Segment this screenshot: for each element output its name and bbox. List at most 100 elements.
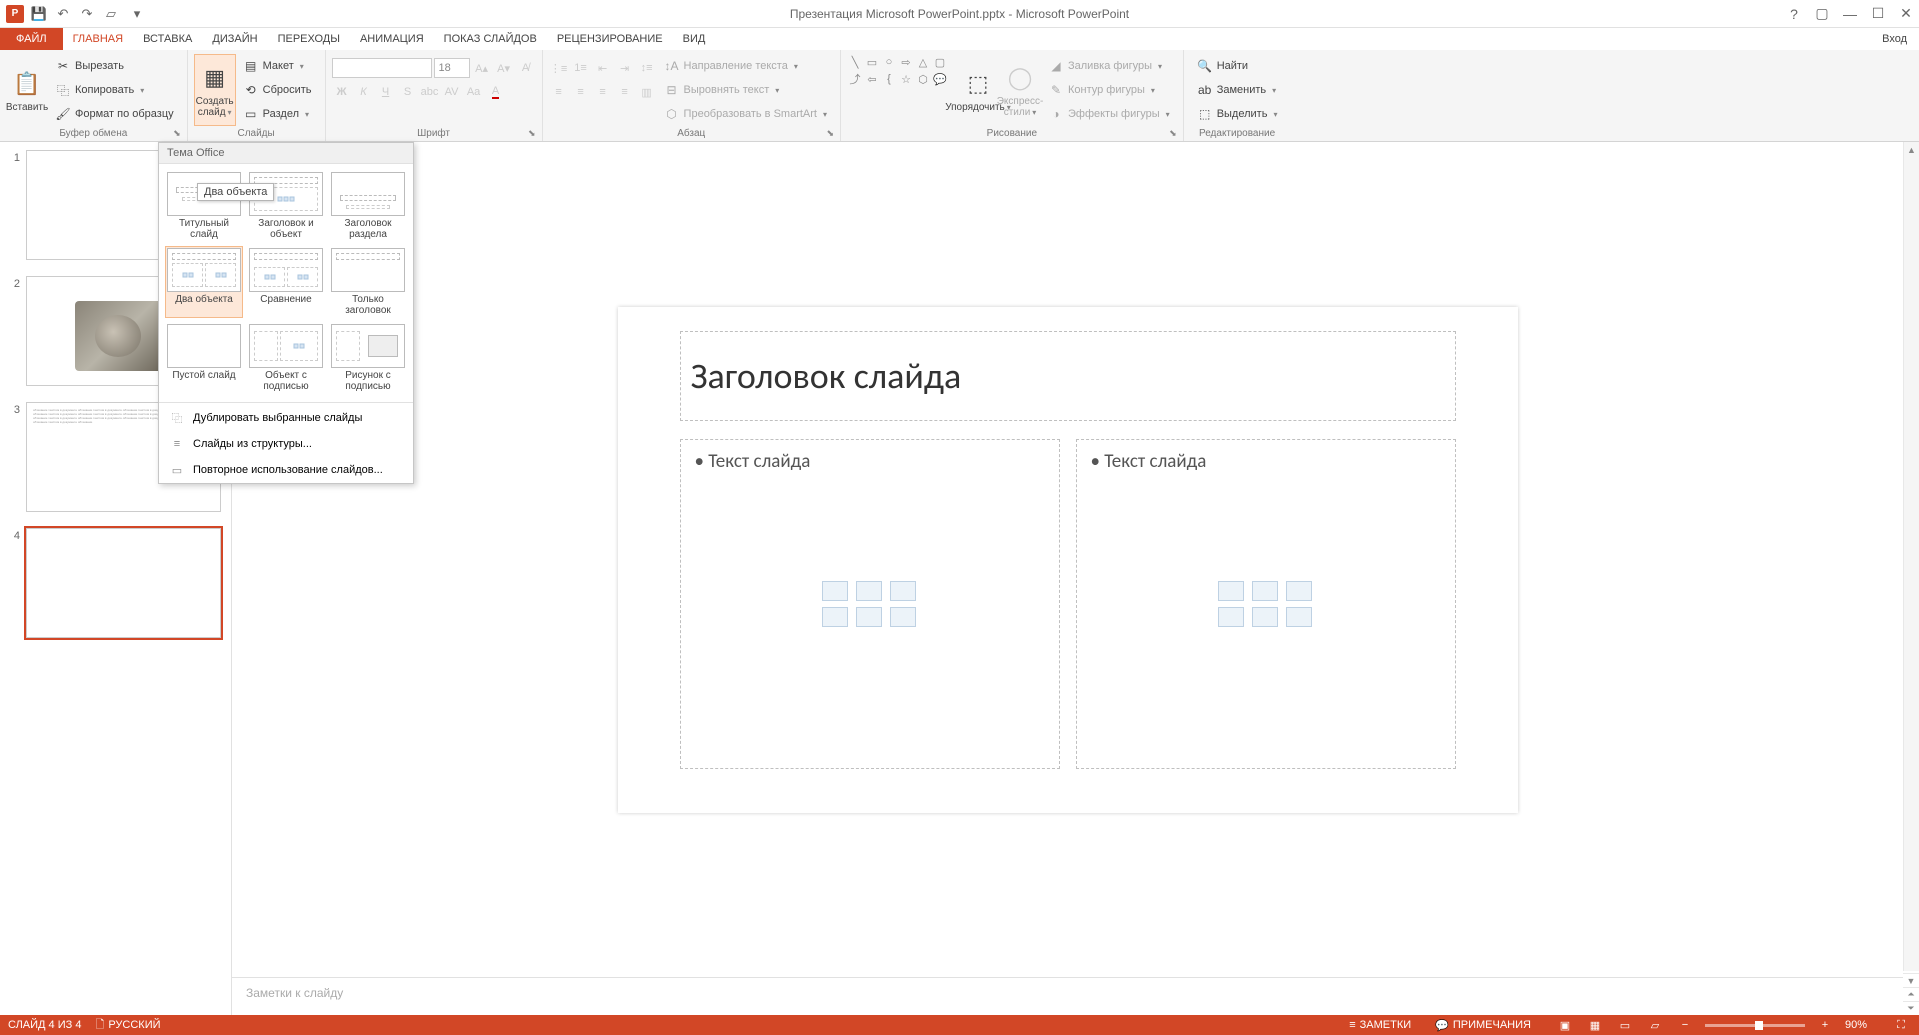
replace-button[interactable]: abЗаменить▾ (1194, 81, 1281, 99)
slide-editor[interactable]: Заголовок слайда • Текст слайда (232, 142, 1903, 977)
zoom-out-icon[interactable]: − (1675, 1017, 1695, 1033)
insert-chart-icon[interactable] (1252, 581, 1278, 601)
zoom-slider[interactable] (1705, 1024, 1805, 1027)
increase-font-icon[interactable]: A▴ (472, 58, 492, 78)
tab-file[interactable]: ФАЙЛ (0, 28, 63, 50)
tab-home[interactable]: ГЛАВНАЯ (63, 28, 133, 50)
shape-connector-icon[interactable]: ⤴ (847, 71, 863, 87)
layout-picture-caption[interactable]: Рисунок с подписью (329, 322, 407, 394)
normal-view-icon[interactable]: ▣ (1555, 1017, 1575, 1033)
font-family-combo[interactable] (332, 58, 432, 78)
thumbnail-4[interactable]: 4 (10, 528, 221, 638)
increase-indent-icon[interactable]: ⇥ (615, 58, 635, 78)
tab-slideshow[interactable]: ПОКАЗ СЛАЙДОВ (434, 28, 547, 50)
right-content-placeholder[interactable]: • Текст слайда (1076, 439, 1456, 769)
tab-insert[interactable]: ВСТАВКА (133, 28, 202, 50)
align-center-icon[interactable]: ≡ (571, 82, 591, 102)
font-size-combo[interactable]: 18 (434, 58, 470, 78)
text-direction-button[interactable]: ↕AНаправление текста▾ (661, 57, 830, 75)
smartart-button[interactable]: ⬡Преобразовать в SmartArt▾ (661, 105, 830, 123)
paragraph-launcher-icon[interactable]: ⬊ (826, 128, 834, 139)
insert-smartart-icon[interactable] (1286, 581, 1312, 601)
layout-title-slide[interactable]: Титульный слайд (165, 170, 243, 242)
fit-to-window-icon[interactable]: ⛶ (1891, 1017, 1911, 1033)
font-launcher-icon[interactable]: ⬊ (528, 128, 536, 139)
shadow-icon[interactable]: abc (420, 82, 440, 102)
layout-comparison[interactable]: Сравнение (247, 246, 325, 318)
strikethrough-icon[interactable]: S (398, 82, 418, 102)
insert-picture-icon[interactable] (822, 607, 848, 627)
slides-from-outline-item[interactable]: ≡Слайды из структуры... (159, 431, 413, 457)
cut-button[interactable]: ✂Вырезать (52, 57, 177, 75)
account-sign-in[interactable]: Вход (1870, 28, 1919, 50)
tab-review[interactable]: РЕЦЕНЗИРОВАНИЕ (547, 28, 673, 50)
qat-save-icon[interactable]: 💾 (28, 3, 50, 25)
layout-button[interactable]: ▤Макет▾ (240, 57, 315, 75)
underline-icon[interactable]: Ч (376, 82, 396, 102)
next-slide-icon[interactable]: ⏷ (1903, 1001, 1919, 1015)
shape-arrow-icon[interactable]: ⇨ (898, 54, 914, 70)
insert-table-icon[interactable] (1218, 581, 1244, 601)
line-spacing-icon[interactable]: ↕≡ (637, 58, 657, 78)
bold-icon[interactable]: Ж (332, 82, 352, 102)
zoom-in-icon[interactable]: + (1815, 1017, 1835, 1033)
change-case-icon[interactable]: Aa (464, 82, 484, 102)
insert-table-icon[interactable] (822, 581, 848, 601)
layout-content-caption[interactable]: Объект с подписью (247, 322, 325, 394)
format-painter-button[interactable]: 🖌Формат по образцу (52, 105, 177, 123)
reuse-slides-item[interactable]: ▭Повторное использование слайдов... (159, 457, 413, 483)
insert-video-icon[interactable] (1286, 607, 1312, 627)
tab-view[interactable]: ВИД (673, 28, 716, 50)
clipboard-launcher-icon[interactable]: ⬊ (173, 128, 181, 139)
zoom-level[interactable]: 90% (1845, 1019, 1867, 1031)
slideshow-view-icon[interactable]: ▱ (1645, 1017, 1665, 1033)
decrease-font-icon[interactable]: A▾ (494, 58, 514, 78)
italic-icon[interactable]: К (354, 82, 374, 102)
tab-design[interactable]: ДИЗАЙН (202, 28, 267, 50)
section-button[interactable]: ▭Раздел▾ (240, 105, 315, 123)
insert-online-picture-icon[interactable] (1252, 607, 1278, 627)
shape-callout-icon[interactable]: 💬 (932, 71, 948, 87)
reading-view-icon[interactable]: ▭ (1615, 1017, 1635, 1033)
arrange-button[interactable]: ⬚ Упорядочить▾ (957, 54, 999, 126)
layout-section-header[interactable]: Заголовок раздела (329, 170, 407, 242)
shape-line-icon[interactable]: ╲ (847, 54, 863, 70)
find-button[interactable]: 🔍Найти (1194, 57, 1281, 75)
qat-redo-icon[interactable]: ↷ (76, 3, 98, 25)
new-slide-button[interactable]: ▦ Создать слайд▾ (194, 54, 236, 126)
columns-icon[interactable]: ▥ (637, 82, 657, 102)
spacing-icon[interactable]: AV (442, 82, 462, 102)
paste-button[interactable]: 📋 Вставить (6, 54, 48, 126)
shape-rect-icon[interactable]: ▭ (864, 54, 880, 70)
shape-triangle-icon[interactable]: △ (915, 54, 931, 70)
left-content-placeholder[interactable]: • Текст слайда (680, 439, 1060, 769)
layout-title-only[interactable]: Только заголовок (329, 246, 407, 318)
select-button[interactable]: ⬚Выделить▾ (1194, 105, 1281, 123)
title-placeholder[interactable]: Заголовок слайда (680, 331, 1456, 421)
shapes-gallery[interactable]: ╲ ▭ ○ ⇨ △ ▢ ⤴ ⇦ { ☆ ⬡ 💬 (847, 54, 957, 126)
layout-two-content[interactable]: Два объекта Два объекта (165, 246, 243, 318)
notes-pane[interactable]: Заметки к слайду (232, 977, 1903, 1015)
notes-toggle[interactable]: ≡ЗАМЕТКИ (1349, 1019, 1411, 1031)
copy-button[interactable]: ⿻Копировать▾ (52, 81, 177, 99)
maximize-icon[interactable]: ☐ (1869, 5, 1887, 23)
shape-brace-icon[interactable]: { (881, 71, 897, 87)
clear-formatting-icon[interactable]: A̸ (516, 58, 536, 78)
align-right-icon[interactable]: ≡ (593, 82, 613, 102)
qat-customize-icon[interactable]: ▾ (126, 3, 148, 25)
slide-counter[interactable]: СЛАЙД 4 ИЗ 4 (8, 1019, 81, 1031)
prev-slide-icon[interactable]: ⏶ (1903, 987, 1919, 1001)
insert-smartart-icon[interactable] (890, 581, 916, 601)
quick-styles-button[interactable]: ◯ Экспресс-стили▾ (999, 54, 1041, 126)
shape-arrow2-icon[interactable]: ⇦ (864, 71, 880, 87)
shape-rrect-icon[interactable]: ▢ (932, 54, 948, 70)
shape-hexagon-icon[interactable]: ⬡ (915, 71, 931, 87)
shape-outline-button[interactable]: ✎Контур фигуры▾ (1045, 81, 1173, 99)
insert-picture-icon[interactable] (1218, 607, 1244, 627)
comments-toggle[interactable]: 💬ПРИМЕЧАНИЯ (1435, 1019, 1531, 1032)
duplicate-slides-item[interactable]: ⿻Дублировать выбранные слайды (159, 405, 413, 431)
scroll-up-icon[interactable]: ▲ (1904, 142, 1919, 158)
shape-oval-icon[interactable]: ○ (881, 54, 897, 70)
qat-undo-icon[interactable]: ↶ (52, 3, 74, 25)
insert-chart-icon[interactable] (856, 581, 882, 601)
